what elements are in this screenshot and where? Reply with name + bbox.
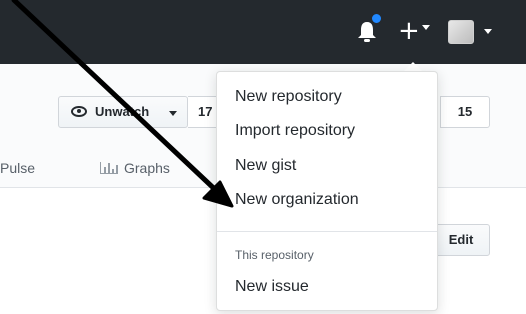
- avatar-caret-icon[interactable]: [484, 29, 492, 34]
- menu-item-new-issue[interactable]: New issue: [235, 278, 309, 296]
- create-caret-icon[interactable]: [422, 25, 430, 30]
- page: + Unwatch 17 15 · Pulse Graphs Edit New …: [0, 0, 526, 314]
- dropdown-pointer: [404, 62, 422, 71]
- edit-button[interactable]: Edit: [432, 224, 490, 256]
- menu-item-new-repository[interactable]: New repository: [235, 88, 342, 106]
- create-new-button[interactable]: +: [398, 16, 438, 46]
- user-avatar[interactable]: [448, 20, 474, 44]
- unwatch-button[interactable]: Unwatch: [58, 96, 188, 128]
- menu-item-import-repository[interactable]: Import repository: [235, 122, 355, 140]
- menu-item-new-gist[interactable]: New gist: [235, 157, 296, 175]
- notification-indicator: [370, 12, 383, 25]
- menu-item-new-organization[interactable]: New organization: [235, 191, 359, 209]
- top-header-bar: +: [0, 0, 526, 64]
- tab-graphs-label: Graphs: [124, 160, 170, 176]
- menu-divider: [217, 231, 437, 232]
- eye-icon: [71, 106, 87, 117]
- create-new-dropdown-menu: New repository Import repository New gis…: [216, 71, 438, 311]
- fork-count[interactable]: 15: [440, 96, 490, 128]
- tab-pulse[interactable]: · Pulse: [0, 160, 35, 176]
- tab-pulse-label: Pulse: [0, 160, 36, 176]
- unwatch-label: Unwatch: [95, 104, 150, 119]
- plus-icon: +: [398, 16, 420, 46]
- tab-graphs[interactable]: Graphs: [100, 160, 170, 176]
- chevron-down-icon: [169, 111, 177, 116]
- menu-section-header: This repository: [235, 248, 314, 262]
- graph-icon: [100, 162, 118, 174]
